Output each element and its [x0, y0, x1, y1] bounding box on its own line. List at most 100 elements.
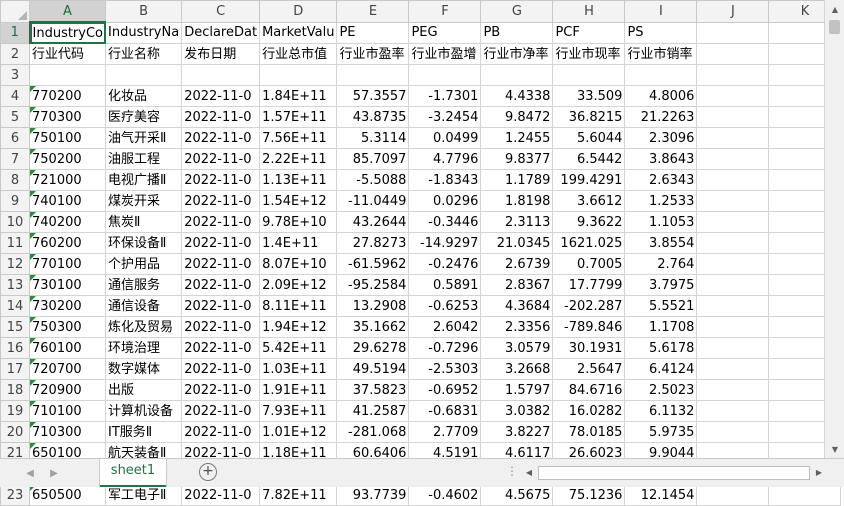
cell-h19[interactable]: 16.0282 [552, 400, 626, 422]
scroll-right-icon[interactable]: ▶ [812, 465, 826, 479]
row-header-19[interactable]: 19 [0, 400, 30, 422]
scroll-up-icon[interactable]: ▲ [825, 0, 844, 18]
cell-g4[interactable]: 4.4338 [480, 85, 554, 107]
cell-d9[interactable]: 1.54E+12 [259, 190, 338, 212]
cell-c20[interactable]: 2022-11-0 [181, 421, 261, 443]
cell-e18[interactable]: 37.5823 [336, 379, 410, 401]
cell-f5[interactable]: -3.2454 [408, 106, 482, 128]
cell-j3[interactable] [696, 64, 770, 86]
cell-h16[interactable]: 30.1931 [552, 337, 626, 359]
select-all-corner[interactable] [0, 0, 30, 23]
cell-f14[interactable]: -0.6253 [408, 295, 482, 317]
cell-d14[interactable]: 8.11E+11 [259, 295, 338, 317]
cell-j10[interactable] [696, 211, 770, 233]
cell-e16[interactable]: 29.6278 [336, 337, 410, 359]
cell-i15[interactable]: 1.1708 [624, 316, 698, 338]
row-header-9[interactable]: 9 [0, 190, 30, 212]
cell-f10[interactable]: -0.3446 [408, 211, 482, 233]
cell-d3[interactable] [259, 64, 338, 86]
cell-h2[interactable]: 行业市现率 [552, 43, 626, 65]
cell-a23[interactable]: 650500 [28, 484, 107, 506]
cell-c13[interactable]: 2022-11-0 [181, 274, 261, 296]
cell-a20[interactable]: 710300 [28, 421, 107, 443]
cell-f4[interactable]: -1.7301 [408, 85, 482, 107]
cell-e5[interactable]: 43.8735 [336, 106, 410, 128]
column-header-d[interactable]: D [259, 0, 338, 23]
column-header-c[interactable]: C [181, 0, 261, 23]
cell-f7[interactable]: 4.7796 [408, 148, 482, 170]
cell-f19[interactable]: -0.6831 [408, 400, 482, 422]
cell-d4[interactable]: 1.84E+11 [259, 85, 338, 107]
cell-e15[interactable]: 35.1662 [336, 316, 410, 338]
cell-b18[interactable]: 出版 [105, 379, 183, 401]
cell-i11[interactable]: 3.8554 [624, 232, 698, 254]
cell-d13[interactable]: 2.09E+12 [259, 274, 338, 296]
cell-a9[interactable]: 740100 [28, 190, 107, 212]
cell-d12[interactable]: 8.07E+10 [259, 253, 338, 275]
cell-e10[interactable]: 43.2644 [336, 211, 410, 233]
cell-d15[interactable]: 1.94E+12 [259, 316, 338, 338]
cell-c18[interactable]: 2022-11-0 [181, 379, 261, 401]
cell-b11[interactable]: 环保设备Ⅱ [105, 232, 183, 254]
cell-c12[interactable]: 2022-11-0 [181, 253, 261, 275]
cell-i16[interactable]: 5.6178 [624, 337, 698, 359]
cell-c15[interactable]: 2022-11-0 [181, 316, 261, 338]
cell-d7[interactable]: 2.22E+11 [259, 148, 338, 170]
cell-f3[interactable] [408, 64, 482, 86]
cell-g12[interactable]: 2.6739 [480, 253, 554, 275]
cell-h4[interactable]: 33.509 [552, 85, 626, 107]
column-header-f[interactable]: F [408, 0, 482, 23]
cell-f2[interactable]: 行业市盈增 [408, 43, 482, 65]
cell-g7[interactable]: 9.8377 [480, 148, 554, 170]
cell-f20[interactable]: 2.7709 [408, 421, 482, 443]
cell-h7[interactable]: 6.5442 [552, 148, 626, 170]
cell-a2[interactable]: 行业代码 [28, 43, 107, 65]
cell-d19[interactable]: 7.93E+11 [259, 400, 338, 422]
cell-g17[interactable]: 3.2668 [480, 358, 554, 380]
cell-d11[interactable]: 1.4E+11 [259, 232, 338, 254]
cell-i2[interactable]: 行业市销率 [624, 43, 698, 65]
cell-j4[interactable] [696, 85, 770, 107]
cell-c7[interactable]: 2022-11-0 [181, 148, 261, 170]
cell-h11[interactable]: 1621.025 [552, 232, 626, 254]
cell-f17[interactable]: -2.5303 [408, 358, 482, 380]
row-header-1[interactable]: 1 [0, 21, 31, 44]
column-header-h[interactable]: H [552, 0, 626, 23]
cell-b17[interactable]: 数字媒体 [105, 358, 183, 380]
cell-b20[interactable]: IT服务Ⅱ [105, 421, 183, 443]
cell-e2[interactable]: 行业市盈率 [336, 43, 410, 65]
cell-h8[interactable]: 199.4291 [552, 169, 626, 191]
cell-c9[interactable]: 2022-11-0 [181, 190, 261, 212]
cell-c6[interactable]: 2022-11-0 [181, 127, 261, 149]
prev-sheet-icon[interactable]: ◀ [22, 465, 38, 481]
cell-h20[interactable]: 78.0185 [552, 421, 626, 443]
cell-i13[interactable]: 3.7975 [624, 274, 698, 296]
column-header-j[interactable]: J [696, 0, 770, 23]
scroll-down-icon[interactable]: ▼ [825, 440, 844, 458]
cell-i19[interactable]: 6.1132 [624, 400, 698, 422]
cell-e6[interactable]: 5.3114 [336, 127, 410, 149]
cell-j5[interactable] [696, 106, 770, 128]
cell-g20[interactable]: 3.8227 [480, 421, 554, 443]
cell-g15[interactable]: 2.3356 [480, 316, 554, 338]
row-header-15[interactable]: 15 [0, 316, 30, 338]
cell-b23[interactable]: 军工电子Ⅱ [105, 484, 183, 506]
cell-j9[interactable] [696, 190, 770, 212]
cell-a11[interactable]: 760200 [28, 232, 107, 254]
cell-g5[interactable]: 9.8472 [480, 106, 554, 128]
cell-a4[interactable]: 770200 [28, 85, 107, 107]
cell-b3[interactable] [105, 64, 183, 86]
cell-d5[interactable]: 1.57E+11 [259, 106, 338, 128]
cell-e17[interactable]: 49.5194 [336, 358, 410, 380]
add-sheet-icon[interactable]: + [199, 463, 217, 481]
cell-g9[interactable]: 1.8198 [480, 190, 554, 212]
cell-f13[interactable]: 0.5891 [408, 274, 482, 296]
cell-b6[interactable]: 油气开采Ⅱ [105, 127, 183, 149]
column-header-a[interactable]: A [28, 0, 107, 23]
cell-f8[interactable]: -1.8343 [408, 169, 482, 191]
cell-a14[interactable]: 730200 [28, 295, 107, 317]
cell-b1[interactable]: IndustryNa [105, 21, 183, 44]
cell-f1[interactable]: PEG [408, 21, 482, 44]
cell-e12[interactable]: -61.5962 [336, 253, 410, 275]
cell-j20[interactable] [696, 421, 770, 443]
